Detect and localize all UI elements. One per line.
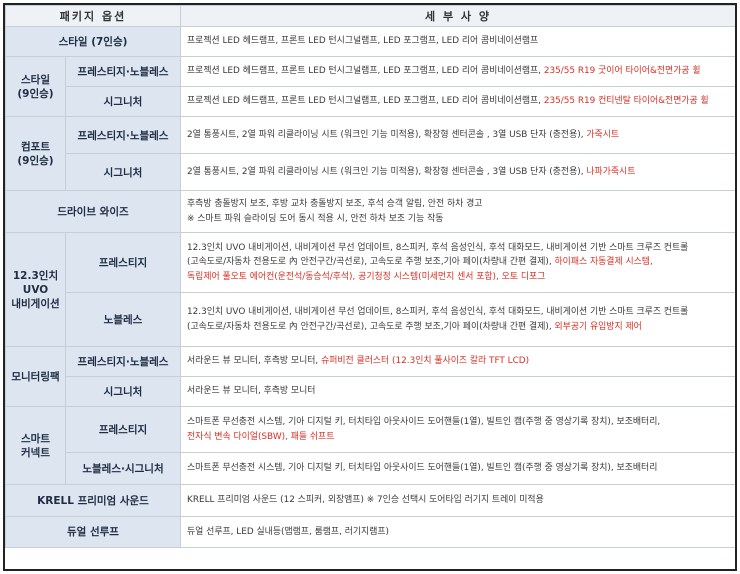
table-row: 스타일 (9인승) 프레스티지·노블레스 프로젝션 LED 헤드램프, 프론트 … [5, 56, 735, 117]
header-package-option: 패키지 옵션 [5, 5, 181, 27]
detail-highlight: 하이패스 자동결제 시스템, [554, 257, 653, 268]
trim-prestige-noblesse: 프레스티지·노블레스 [65, 56, 181, 87]
detail-comfort-signature: 2열 통풍시트, 2열 파워 리클라이닝 시트 (워크인 기능 미적용), 확장… [180, 153, 735, 191]
detail-text: (고속도로/자동차 전용도로 內 안전구간/곡선로), 고속도로 주행 보조,기… [187, 257, 555, 268]
detail-monitoring-prestige: 서라운드 뷰 모니터, 후측방 모니터, 슈퍼비전 클러스터 (12.3인치 풀… [180, 346, 735, 377]
detail-highlight-line: 독립제어 풀오토 에어컨(운전석/동승석/후석), 공기청정 시스템(미세먼지 … [187, 271, 546, 282]
category-navigation: 12.3인치 UVO 내비게이션 [5, 232, 66, 347]
detail-monitoring-signature: 서라운드 뷰 모니터, 후측방 모니터 [180, 376, 735, 407]
trim-prestige: 프레스티지 [65, 406, 181, 453]
table-row: 모니터링팩 프레스티지·노블레스 서라운드 뷰 모니터, 후측방 모니터, 슈퍼… [5, 346, 735, 407]
category-smart-connect: 스마트 커넥트 [5, 406, 66, 485]
trim-signature: 시그니처 [65, 86, 181, 117]
category-drive-wise: 드라이브 와이즈 [5, 190, 181, 233]
table-row: 노블레스·시그니처 스마트폰 무선충전 시스템, 기아 디지털 키, 터치타입 … [6, 452, 735, 485]
detail-text: 프로젝션 LED 헤드램프, 프론트 LED 턴시그널램프, LED 포그램프,… [187, 66, 544, 77]
table-row: 듀얼 선루프 듀얼 선루프, LED 실내등(맵램프, 룸램프, 러기지램프) [5, 516, 735, 548]
table-row: KRELL 프리미엄 사운드 KRELL 프리미엄 사운드 (12 스피커, 외… [5, 484, 735, 517]
detail-text: (고속도로/자동차 전용도로 內 안전구간/곡선로), 고속도로 주행 보조,기… [187, 321, 555, 332]
detail-line: 12.3인치 UVO 내비게이션, 내비게이션 무선 업데이트, 8스피커, 후… [187, 307, 689, 317]
detail-text: 2열 통풍시트, 2열 파워 리클라이닝 시트 (워크인 기능 미적용), 확장… [187, 166, 587, 177]
package-options-table: 패키지 옵션 세 부 사 양 스타일 (7인승) 프로젝션 LED 헤드램프, … [5, 5, 735, 548]
package-options-table-frame: 패키지 옵션 세 부 사 양 스타일 (7인승) 프로젝션 LED 헤드램프, … [3, 3, 737, 571]
table-row: 스타일 (7인승) 프로젝션 LED 헤드램프, 프론트 LED 턴시그널램프,… [5, 26, 735, 57]
detail-style-9-signature: 프로젝션 LED 헤드램프, 프론트 LED 턴시그널램프, LED 포그램프,… [180, 86, 735, 117]
trim-prestige: 프레스티지 [65, 232, 181, 293]
detail-highlight: 외부공기 유입방지 제어 [554, 321, 642, 332]
trim-prestige-noblesse: 프레스티지·노블레스 [65, 116, 181, 154]
detail-style-9-prestige: 프로젝션 LED 헤드램프, 프론트 LED 턴시그널램프, LED 포그램프,… [180, 56, 735, 87]
detail-text: 프로젝션 LED 헤드램프, 프론트 LED 턴시그널램프, LED 포그램프,… [187, 96, 544, 107]
category-style-9: 스타일 (9인승) [5, 56, 66, 117]
category-style-9-line2: (9인승) [17, 87, 54, 100]
header-detail-spec: 세 부 사 양 [180, 5, 735, 27]
detail-navigation-prestige: 12.3인치 UVO 내비게이션, 내비게이션 무선 업데이트, 8스피커, 후… [180, 232, 735, 293]
category-navigation-line2: UVO [22, 283, 49, 296]
detail-smart-connect-prestige: 스마트폰 무선충전 시스템, 기아 디지털 키, 터치타입 아웃사이드 도어핸들… [180, 406, 735, 453]
table-row: 드라이브 와이즈 후측방 충돌방지 보조, 후방 교차 충돌방지 보조, 후석 … [5, 190, 735, 233]
category-monitoring-pack: 모니터링팩 [5, 346, 66, 407]
detail-navigation-noblesse: 12.3인치 UVO 내비게이션, 내비게이션 무선 업데이트, 8스피커, 후… [180, 292, 735, 347]
trim-prestige-noblesse: 프레스티지·노블레스 [65, 346, 181, 377]
category-navigation-line3: 내비게이션 [11, 297, 60, 310]
detail-highlight: 가죽시트 [586, 129, 620, 140]
table-row: 노블레스 12.3인치 UVO 내비게이션, 내비게이션 무선 업데이트, 8스… [6, 292, 735, 347]
table-row: 12.3인치 UVO 내비게이션 프레스티지 12.3인치 UVO 내비게이션,… [5, 232, 735, 347]
table-row: 시그니처 서라운드 뷰 모니터, 후측방 모니터 [6, 376, 735, 407]
category-smart-connect-line1: 스마트 [21, 432, 50, 445]
category-style-9-line1: 스타일 [21, 73, 50, 86]
detail-highlight-line: 전자식 변속 다이얼(SBW), 패들 쉬프트 [187, 431, 335, 442]
detail-line: 12.3인치 UVO 내비게이션, 내비게이션 무선 업데이트, 8스피커, 후… [187, 242, 689, 253]
category-krell-sound: KRELL 프리미엄 사운드 [5, 484, 181, 517]
detail-smart-connect-noblesse: 스마트폰 무선충전 시스템, 기아 디지털 키, 터치타입 아웃사이드 도어핸들… [180, 452, 735, 485]
category-comfort-line2: (9인승) [17, 154, 54, 167]
detail-line: (고속도로/자동차 전용도로 內 안전구간/곡선로), 고속도로 주행 보조,기… [187, 320, 729, 335]
category-smart-connect-line2: 커넥트 [21, 446, 50, 459]
detail-krell-sound: KRELL 프리미엄 사운드 (12 스피커, 외장앰프) ※ 7인승 선택시 … [180, 484, 735, 517]
detail-line: (고속도로/자동차 전용도로 內 안전구간/곡선로), 고속도로 주행 보조,기… [187, 255, 729, 270]
detail-text: 서라운드 뷰 모니터, 후측방 모니터, [187, 356, 322, 367]
category-navigation-line1: 12.3인치 [12, 269, 59, 282]
detail-highlight: 나파가죽시트 [586, 166, 636, 177]
detail-comfort-prestige: 2열 통풍시트, 2열 파워 리클라이닝 시트 (워크인 기능 미적용), 확장… [180, 116, 735, 154]
detail-dual-sunroof: 듀얼 선루프, LED 실내등(맵램프, 룸램프, 러기지램프) [180, 516, 735, 548]
detail-highlight: 슈퍼비전 클러스터 (12.3인치 풀사이즈 칼라 TFT LCD) [321, 356, 530, 367]
category-comfort: 컴포트 (9인승) [5, 116, 66, 191]
detail-highlight: 235/55 R19 컨티넨탈 타이어&전면가공 휠 [543, 96, 709, 107]
detail-drive-wise: 후측방 충돌방지 보조, 후방 교차 충돌방지 보조, 후석 승객 알림, 안전… [180, 190, 735, 233]
table-row: 스마트 커넥트 프레스티지 스마트폰 무선충전 시스템, 기아 디지털 키, 터… [5, 406, 735, 485]
detail-line: 스마트폰 무선충전 시스템, 기아 디지털 키, 터치타입 아웃사이드 도어핸들… [187, 417, 661, 427]
table-row: 컴포트 (9인승) 프레스티지·노블레스 2열 통풍시트, 2열 파워 리클라이… [5, 116, 735, 191]
detail-text: 2열 통풍시트, 2열 파워 리클라이닝 시트 (워크인 기능 미적용), 확장… [187, 129, 587, 140]
detail-line: 후측방 충돌방지 보조, 후방 교차 충돌방지 보조, 후석 승객 알림, 안전… [187, 199, 483, 209]
detail-highlight: 235/55 R19 굿이어 타이어&전면가공 휠 [543, 66, 701, 77]
trim-signature: 시그니처 [65, 153, 181, 191]
category-dual-sunroof: 듀얼 선루프 [5, 516, 181, 548]
trim-noblesse-signature: 노블레스·시그니처 [65, 452, 181, 485]
category-style-7: 스타일 (7인승) [5, 26, 181, 57]
table-row: 시그니처 프로젝션 LED 헤드램프, 프론트 LED 턴시그널램프, LED … [6, 86, 735, 117]
detail-style-7: 프로젝션 LED 헤드램프, 프론트 LED 턴시그널램프, LED 포그램프,… [180, 26, 735, 57]
category-comfort-line1: 컴포트 [21, 140, 50, 153]
detail-note: ※ 스마트 파워 슬라이딩 도어 동시 적용 시, 안전 하차 보조 기능 작동 [187, 213, 444, 224]
trim-noblesse: 노블레스 [65, 292, 181, 347]
trim-signature: 시그니처 [65, 376, 181, 407]
table-row: 시그니처 2열 통풍시트, 2열 파워 리클라이닝 시트 (워크인 기능 미적용… [6, 153, 735, 191]
